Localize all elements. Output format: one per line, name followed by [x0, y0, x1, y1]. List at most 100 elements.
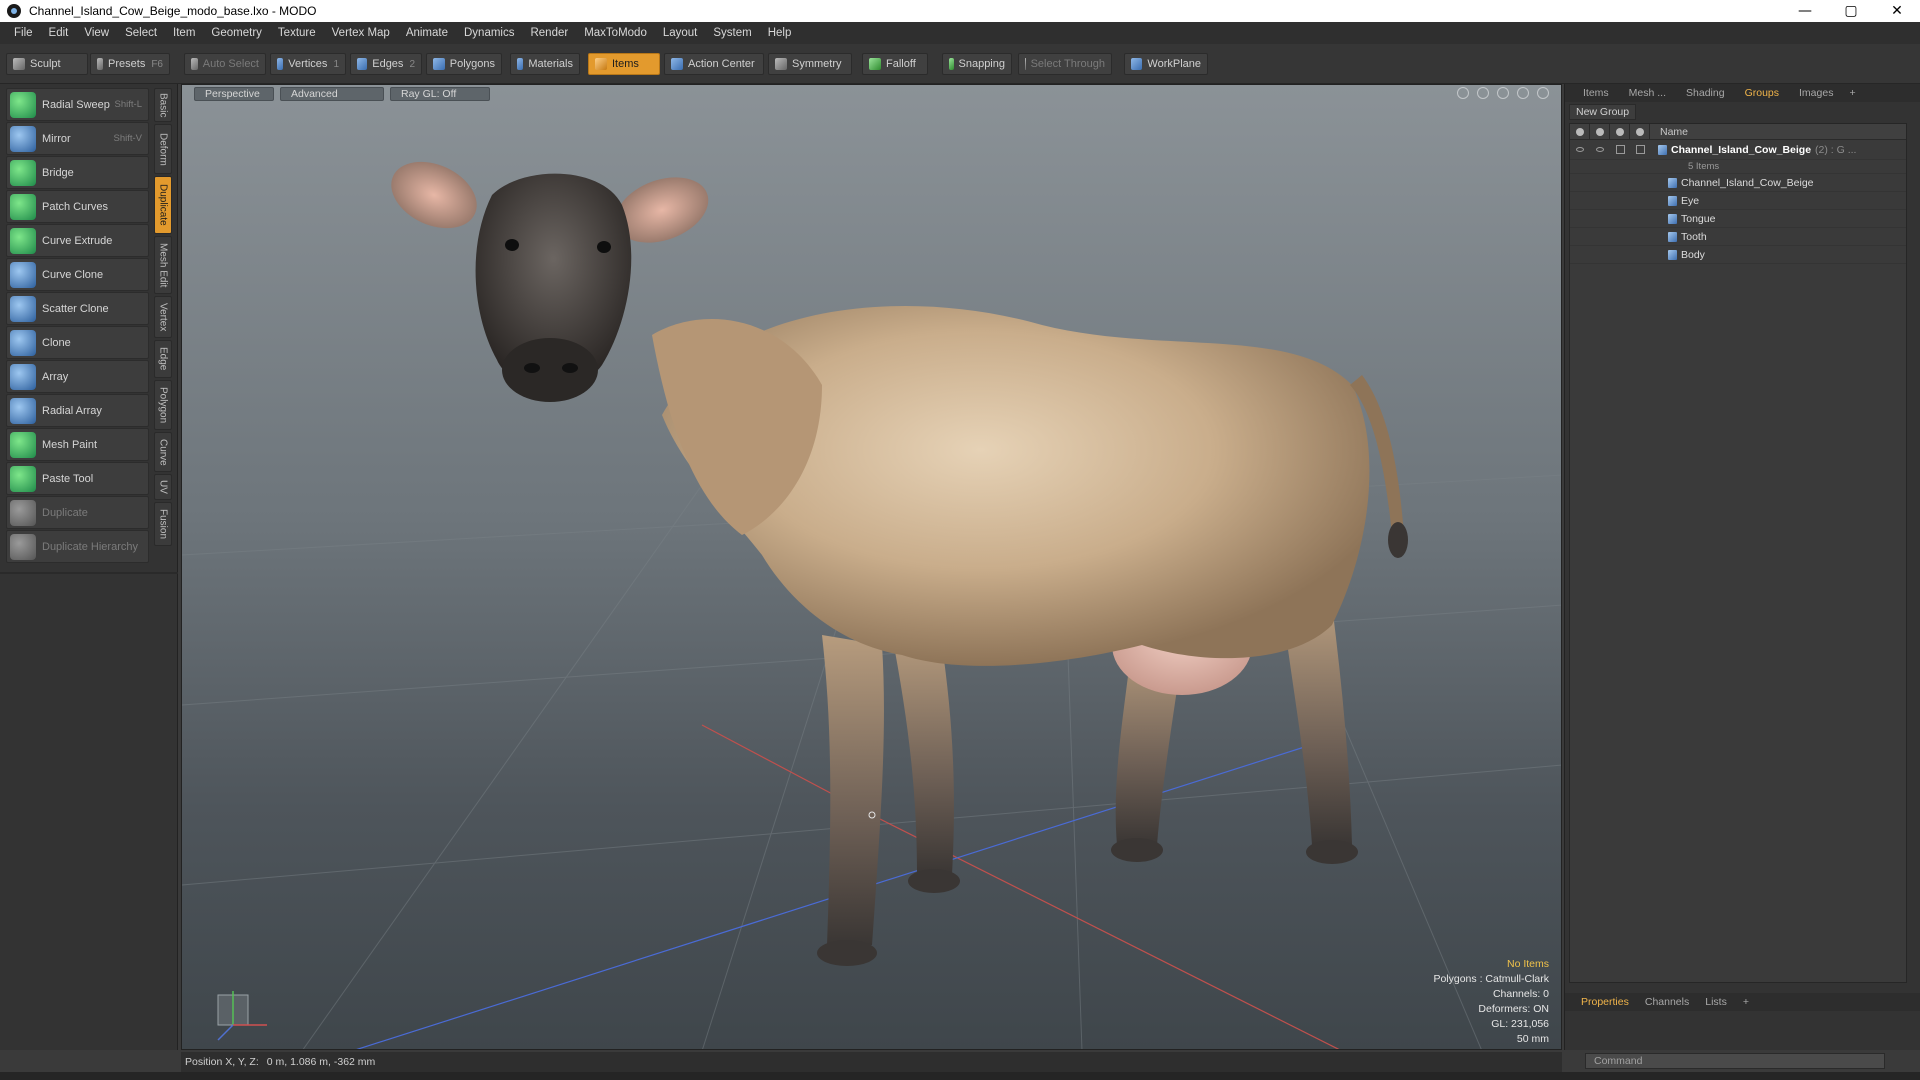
raygl-toggle[interactable]: Ray GL: Off — [390, 87, 490, 101]
menu-file[interactable]: File — [6, 27, 41, 39]
tab-properties[interactable]: Properties — [1573, 994, 1637, 1010]
list-item[interactable]: Channel_Island_Cow_Beige — [1570, 174, 1906, 192]
auto-select-button[interactable]: Auto Select — [184, 53, 266, 75]
group-select-toggle[interactable] — [1630, 141, 1650, 159]
menu-select[interactable]: Select — [117, 27, 165, 39]
tool-paste-tool[interactable]: Paste Tool — [6, 462, 149, 495]
group-lock-toggle[interactable] — [1610, 141, 1630, 159]
list-item[interactable]: Tongue — [1570, 210, 1906, 228]
menu-dynamics[interactable]: Dynamics — [456, 27, 522, 39]
menu-system[interactable]: System — [705, 27, 759, 39]
tab-items[interactable]: Items — [1573, 85, 1619, 101]
command-input[interactable]: Command — [1585, 1053, 1885, 1069]
menu-geometry[interactable]: Geometry — [203, 27, 270, 39]
tool-clone[interactable]: Clone — [6, 326, 149, 359]
vtab-uv[interactable]: UV — [154, 474, 172, 500]
render-icon — [1595, 127, 1604, 136]
close-button[interactable]: ✕ — [1874, 0, 1920, 22]
minimize-button[interactable]: — — [1782, 0, 1828, 22]
tab-mesh[interactable]: Mesh ... — [1619, 85, 1676, 101]
action-center-button[interactable]: Action Center — [664, 53, 764, 75]
group-row[interactable]: Channel_Island_Cow_Beige (2) : G ... — [1570, 140, 1906, 160]
lock-column[interactable] — [1610, 123, 1630, 140]
group-visibility-toggle[interactable] — [1570, 141, 1590, 159]
add-properties-tab-button[interactable]: + — [1735, 994, 1757, 1010]
cow-model[interactable] — [381, 149, 1408, 966]
symmetry-button[interactable]: Symmetry — [768, 53, 852, 75]
tab-groups[interactable]: Groups — [1735, 85, 1789, 101]
tool-scatter-clone[interactable]: Scatter Clone — [6, 292, 149, 325]
vtab-mesh-edit[interactable]: Mesh Edit — [154, 236, 172, 294]
vertices-button[interactable]: Vertices 1 — [270, 53, 346, 75]
3d-viewport[interactable]: Perspective Advanced Ray GL: Off No Item… — [181, 84, 1562, 1050]
tab-shading[interactable]: Shading — [1676, 85, 1735, 101]
brush-icon[interactable] — [1517, 87, 1529, 99]
tool-radial-sweep[interactable]: Radial Sweep Shift-L — [6, 88, 149, 121]
pan-icon[interactable] — [1457, 87, 1469, 99]
shading-mode-dropdown[interactable]: Advanced — [280, 87, 384, 101]
settings-icon[interactable] — [1537, 87, 1549, 99]
menu-item[interactable]: Item — [165, 27, 203, 39]
maximize-button[interactable]: ▢ — [1828, 0, 1874, 22]
group-render-toggle[interactable] — [1590, 141, 1610, 159]
menu-view[interactable]: View — [76, 27, 117, 39]
vtab-curve[interactable]: Curve — [154, 432, 172, 472]
select-through-button[interactable]: Select Through — [1018, 53, 1112, 75]
vtab-edge[interactable]: Edge — [154, 340, 172, 378]
properties-tab-bar: Properties Channels Lists + — [1565, 993, 1920, 1011]
tool-array[interactable]: Array — [6, 360, 149, 393]
workplane-button[interactable]: WorkPlane — [1124, 53, 1208, 75]
vtab-duplicate[interactable]: Duplicate — [154, 176, 172, 234]
tool-duplicate[interactable]: Duplicate — [6, 496, 149, 529]
vtab-vertex[interactable]: Vertex — [154, 296, 172, 338]
tool-patch-curves[interactable]: Patch Curves — [6, 190, 149, 223]
tool-duplicate-hierarchy[interactable]: Duplicate Hierarchy — [6, 530, 149, 563]
tool-mesh-paint[interactable]: Mesh Paint — [6, 428, 149, 461]
tab-channels[interactable]: Channels — [1637, 994, 1697, 1010]
polygons-button[interactable]: Polygons — [426, 53, 502, 75]
menu-edit[interactable]: Edit — [41, 27, 77, 39]
tool-radial-array[interactable]: Radial Array — [6, 394, 149, 427]
materials-button[interactable]: Materials — [510, 53, 580, 75]
list-item[interactable]: Eye — [1570, 192, 1906, 210]
falloff-button[interactable]: Falloff — [862, 53, 928, 75]
tab-lists[interactable]: Lists — [1697, 994, 1735, 1010]
menu-maxtomodo[interactable]: MaxToModo — [576, 27, 655, 39]
list-item[interactable]: Tooth — [1570, 228, 1906, 246]
vtab-deform[interactable]: Deform — [154, 124, 172, 174]
vtab-basic[interactable]: Basic — [154, 88, 172, 122]
vtab-fusion[interactable]: Fusion — [154, 502, 172, 546]
menu-vertex-map[interactable]: Vertex Map — [324, 27, 398, 39]
status-bar: Position X, Y, Z: 0 m, 1.086 m, -362 mm — [181, 1052, 1562, 1072]
menu-help[interactable]: Help — [760, 27, 800, 39]
tab-images[interactable]: Images — [1789, 85, 1843, 101]
add-tab-button[interactable]: + — [1843, 85, 1861, 101]
tool-mirror[interactable]: Mirror Shift-V — [6, 122, 149, 155]
snapping-icon — [949, 58, 954, 70]
zoom-icon[interactable] — [1497, 87, 1509, 99]
list-item[interactable]: Body — [1570, 246, 1906, 264]
tool-curve-clone[interactable]: Curve Clone — [6, 258, 149, 291]
new-group-button[interactable]: New Group — [1569, 104, 1637, 120]
select-column[interactable] — [1630, 123, 1650, 140]
clone-icon — [10, 329, 36, 356]
view-mode-dropdown[interactable]: Perspective — [194, 87, 274, 101]
menu-layout[interactable]: Layout — [655, 27, 706, 39]
tool-bridge[interactable]: Bridge — [6, 156, 149, 189]
menu-render[interactable]: Render — [522, 27, 576, 39]
render-column[interactable] — [1590, 123, 1610, 140]
rotate-icon[interactable] — [1477, 87, 1489, 99]
edges-button[interactable]: Edges 2 — [350, 53, 422, 75]
visibility-column[interactable] — [1570, 123, 1590, 140]
snapping-button[interactable]: Snapping — [942, 53, 1012, 75]
presets-button[interactable]: Presets F6 — [90, 53, 170, 75]
items-button[interactable]: Items — [588, 53, 660, 75]
curve-clone-icon — [10, 261, 36, 288]
vtab-polygon[interactable]: Polygon — [154, 380, 172, 430]
menu-animate[interactable]: Animate — [398, 27, 456, 39]
sculpt-button[interactable]: Sculpt — [6, 53, 88, 75]
menu-texture[interactable]: Texture — [270, 27, 324, 39]
tool-curve-extrude[interactable]: Curve Extrude — [6, 224, 149, 257]
bridge-icon — [10, 159, 36, 186]
mirror-icon — [10, 125, 36, 152]
